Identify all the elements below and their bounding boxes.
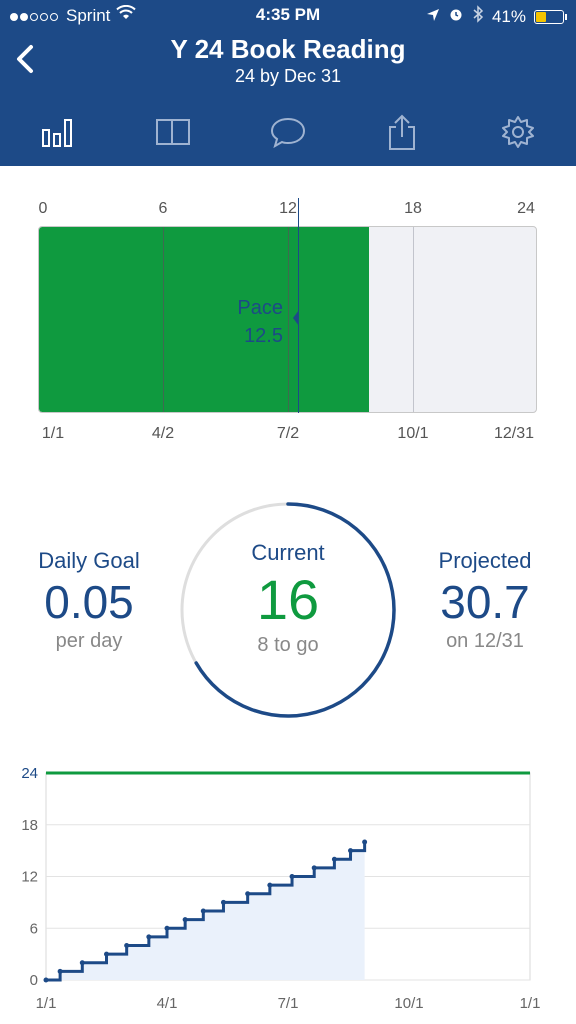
daily-goal-stat: Daily Goal 0.05 per day	[4, 548, 174, 653]
goal-progress-bar	[38, 226, 537, 413]
pace-caption: Pace	[237, 297, 283, 319]
book-icon	[156, 119, 190, 145]
progress-date-tick: 10/1	[397, 425, 429, 442]
daily-goal-value: 0.05	[44, 576, 134, 628]
battery-icon	[534, 9, 567, 24]
progress-gridline	[163, 227, 164, 412]
projected-label: Projected	[438, 548, 532, 573]
series-point	[164, 925, 170, 931]
pace-value: 12.5	[244, 325, 283, 347]
alarm-icon	[448, 6, 464, 27]
x-tick-label: 10/1	[394, 995, 423, 1012]
tab-log[interactable]	[148, 110, 198, 154]
tab-share[interactable]	[377, 110, 427, 154]
x-tick-label: 1/1	[520, 995, 541, 1012]
daily-goal-unit: per day	[55, 630, 123, 652]
pace-label: Pace 12.5	[215, 294, 283, 350]
progress-gridline	[413, 227, 414, 412]
page-title: Y 24 Book Reading	[170, 34, 406, 64]
progress-count-tick: 12	[279, 200, 297, 217]
remaining-label: 8 to go	[257, 634, 319, 656]
app-header: Sprint 4:35 PM 41% Y 24 Book Reading 24 …	[0, 0, 576, 166]
speech-bubble-icon	[270, 117, 306, 149]
pace-line	[297, 198, 300, 413]
series-point	[331, 856, 337, 862]
progress-line-chart: 0 6 12 18 24 1/1 4/1 7/1 10/1 1/1	[21, 765, 541, 1012]
battery-percent: 41%	[491, 6, 526, 26]
y-tick-label: 12	[21, 869, 38, 886]
progress-date-axis: 1/1 4/2 7/2 10/1 12/31	[0, 425, 576, 445]
progress-date-tick: 4/2	[151, 425, 175, 442]
series-point	[267, 882, 273, 888]
gear-icon	[502, 116, 534, 148]
progress-gridline	[288, 227, 289, 412]
x-tick-label: 4/1	[157, 995, 178, 1012]
series-point	[245, 891, 251, 897]
location-icon	[426, 7, 440, 27]
series-point	[200, 908, 206, 914]
progress-fill	[39, 227, 370, 412]
tab-settings[interactable]	[493, 110, 543, 154]
page-subtitle: 24 by Dec 31	[234, 66, 342, 86]
progress-count-tick: 24	[517, 200, 535, 217]
x-tick-label: 1/1	[36, 995, 57, 1012]
projected-value: 30.7	[440, 576, 530, 628]
bluetooth-icon	[472, 5, 484, 28]
pace-marker	[292, 310, 299, 326]
tab-comments[interactable]	[263, 110, 313, 154]
series-point	[220, 899, 226, 905]
series-point	[43, 977, 49, 983]
y-tick-label: 24	[21, 765, 38, 782]
series-point	[289, 874, 295, 879]
series-point	[79, 960, 85, 966]
series-point	[124, 943, 130, 948]
series-point	[146, 934, 152, 940]
progress-count-axis: 0 6 12 18 24	[0, 200, 576, 220]
y-tick-label: 0	[30, 972, 38, 989]
share-icon	[389, 114, 415, 150]
progress-count-tick: 6	[158, 200, 168, 217]
status-bar: Sprint 4:35 PM 41%	[0, 4, 576, 29]
bar-chart-icon	[42, 119, 72, 147]
progress-count-tick: 0	[38, 200, 48, 217]
current-stat: Current 16 8 to go	[178, 540, 398, 657]
x-tick-label: 7/1	[278, 995, 299, 1012]
progress-count-tick: 18	[404, 200, 422, 217]
current-label: Current	[251, 540, 325, 565]
tab-stats[interactable]	[33, 110, 83, 154]
projected-stat: Projected 30.7 on 12/31	[400, 548, 570, 653]
tab-bar	[0, 110, 576, 154]
y-tick-label: 18	[21, 817, 38, 834]
progress-date-tick: 1/1	[41, 425, 65, 442]
series-point	[348, 848, 354, 854]
series-point	[182, 917, 188, 923]
y-tick-label: 6	[30, 920, 38, 937]
progress-date-tick: 7/2	[276, 425, 300, 442]
series-point	[104, 951, 109, 957]
progress-date-tick: 12/31	[493, 425, 535, 442]
daily-goal-label: Daily Goal	[38, 548, 140, 573]
series-point	[362, 839, 368, 845]
series-point	[311, 865, 317, 871]
series-point	[57, 968, 63, 974]
current-value: 16	[256, 568, 320, 631]
projected-date: on 12/31	[446, 630, 524, 652]
